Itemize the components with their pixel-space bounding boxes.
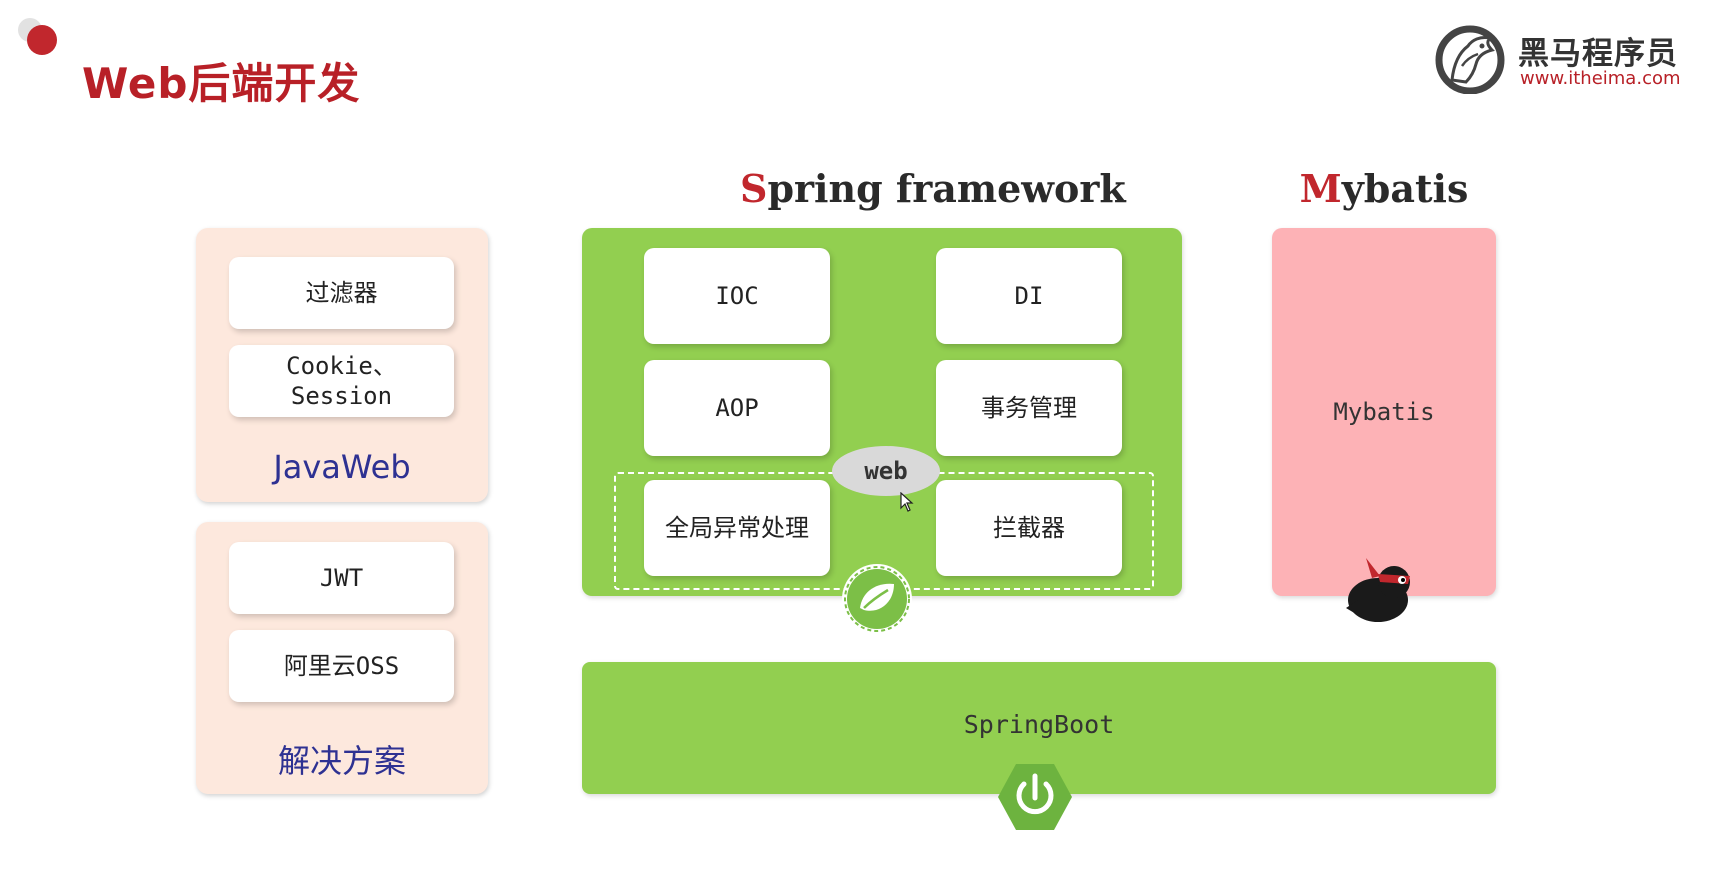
- brand: 黑马程序员 www.itheima.com: [1432, 22, 1692, 94]
- spring-framework-box: IOC DI AOP 事务管理 全局异常处理 拦截器 web: [582, 228, 1182, 634]
- solutions-caption: 解决方案: [277, 742, 406, 780]
- web-pill: web: [832, 446, 940, 496]
- interceptor-box: 拦截器: [936, 480, 1122, 576]
- transaction-box: 事务管理: [936, 360, 1122, 456]
- decor-dot-red: [27, 25, 57, 55]
- aop-box: AOP: [644, 360, 830, 456]
- springboot-label: SpringBoot: [963, 710, 1115, 739]
- springboot-box: SpringBoot: [582, 662, 1496, 830]
- spring-heading-rest: pring framework: [767, 166, 1126, 211]
- slide: Web后端开发 黑马程序员 www.itheima.com 过滤器 Cookie…: [0, 0, 1730, 896]
- mybatis-heading: Mybatis: [1284, 166, 1484, 211]
- filter-box: 过滤器: [229, 257, 454, 329]
- global-exception-box: 全局异常处理: [644, 480, 830, 576]
- javaweb-panel: 过滤器 Cookie、 Session JavaWeb: [196, 228, 488, 502]
- power-icon: [998, 764, 1072, 830]
- cookie-session-box: Cookie、 Session: [229, 345, 454, 417]
- mybatis-bird-icon: [1346, 558, 1410, 622]
- brand-url: www.itheima.com: [1520, 68, 1681, 89]
- ioc-box: IOC: [644, 248, 830, 344]
- mouse-cursor-icon: [900, 492, 914, 512]
- brand-name: 黑马程序员: [1518, 36, 1678, 72]
- mybatis-box: Mybatis: [1272, 228, 1496, 596]
- horse-logo-icon: [1435, 25, 1505, 94]
- page-title: Web后端开发: [82, 59, 361, 108]
- javaweb-caption: JavaWeb: [273, 448, 411, 486]
- solutions-panel: JWT 阿里云OSS 解决方案: [196, 522, 488, 794]
- mybatis-heading-rest: ybatis: [1341, 166, 1469, 211]
- aliyun-oss-box: 阿里云OSS: [229, 630, 454, 702]
- di-box: DI: [936, 248, 1122, 344]
- jwt-box: JWT: [229, 542, 454, 614]
- spring-leaf-icon: [842, 564, 912, 634]
- spring-heading: Spring framework: [740, 166, 1126, 211]
- mybatis-heading-initial: M: [1299, 166, 1342, 211]
- spring-heading-initial: S: [740, 166, 768, 211]
